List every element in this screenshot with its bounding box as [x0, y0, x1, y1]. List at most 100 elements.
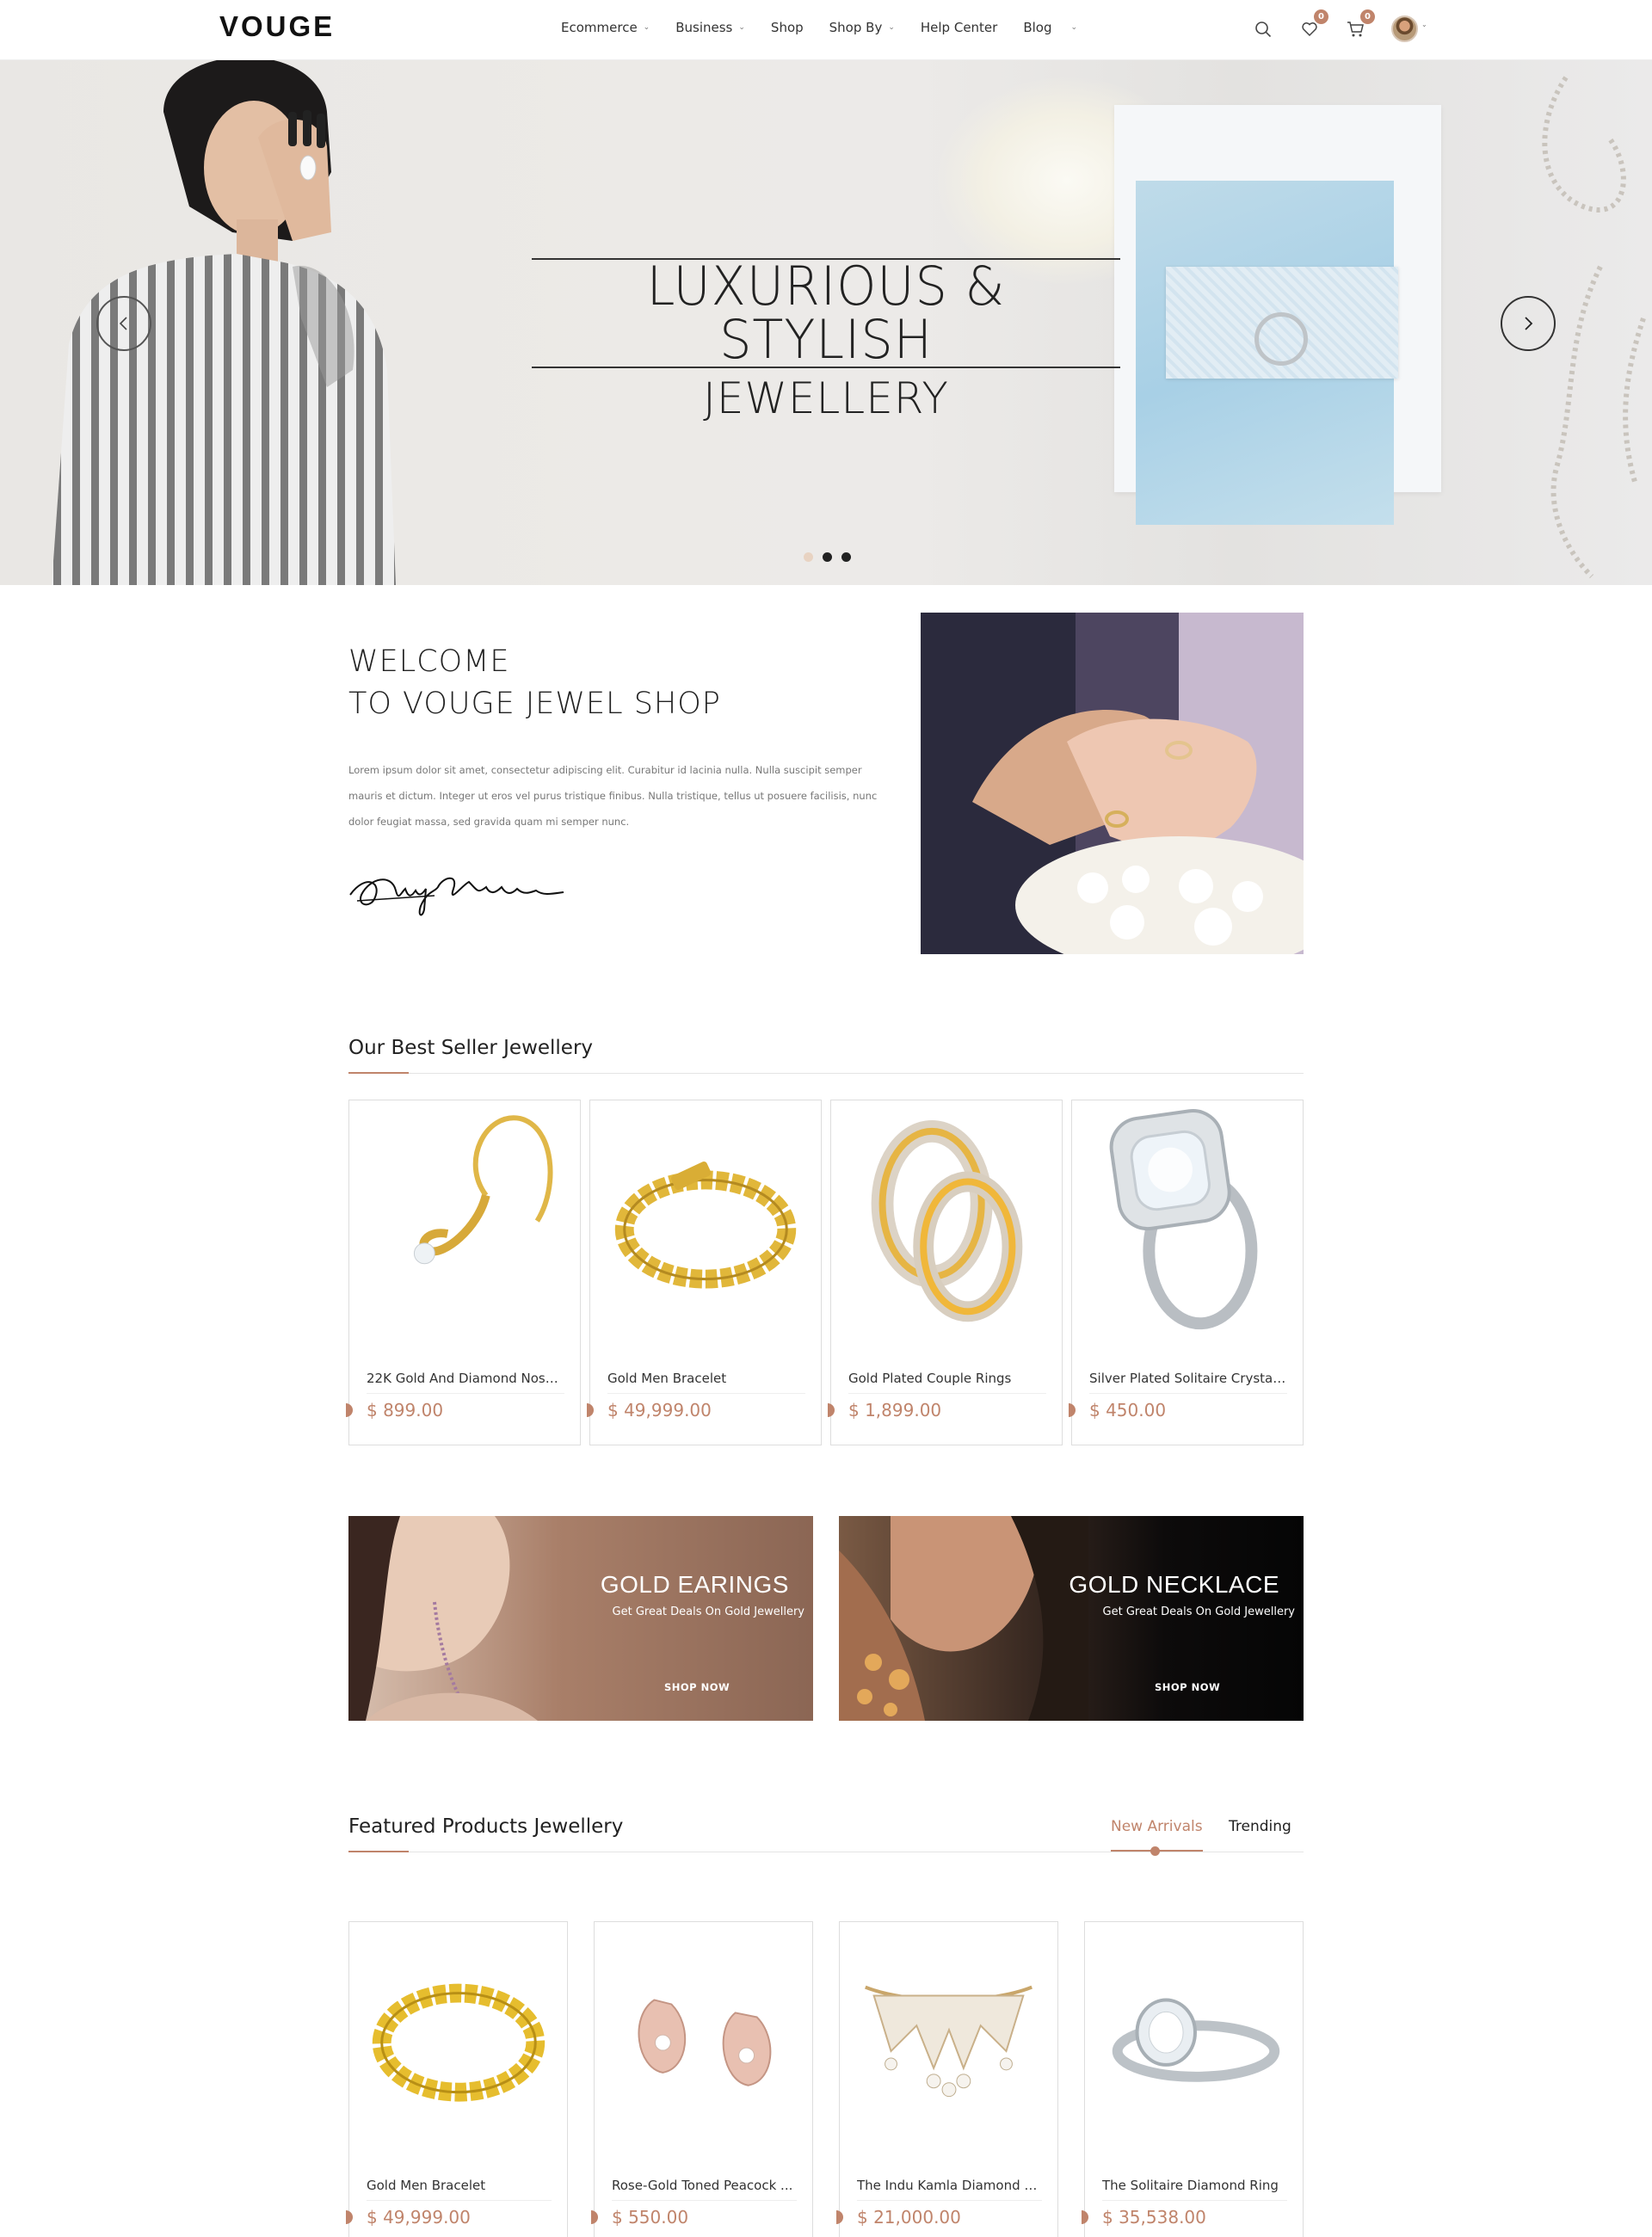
featured-heading: Featured Products Jewellery: [348, 1815, 624, 1838]
product-name[interactable]: Gold Men Bracelet: [607, 1371, 805, 1386]
heart-icon: [1302, 22, 1317, 36]
search-icon: [1255, 21, 1272, 37]
nav-item-blog[interactable]: Blog ⌄: [1023, 20, 1077, 35]
price-marker: [591, 2210, 598, 2224]
welcome-text: Lorem ipsum dolor sit amet, consectetur …: [348, 764, 878, 828]
wishlist-count-badge: 0: [1314, 9, 1328, 24]
nav-label: Help Center: [920, 20, 998, 35]
price-marker: [828, 1403, 835, 1417]
shop-now-button[interactable]: SHOP NOW: [1155, 1681, 1220, 1693]
tab-trending[interactable]: Trending: [1229, 1818, 1291, 1835]
divider: [607, 1393, 805, 1394]
promo-title: GOLD NECKLACE: [1069, 1571, 1279, 1598]
slider-dot[interactable]: [823, 552, 832, 562]
chevron-down-icon: ⌄: [1070, 23, 1078, 32]
product-card[interactable]: Silver Plated Solitaire Crystal... $ 450…: [1069, 1100, 1304, 1445]
slider-next-button[interactable]: [1501, 296, 1556, 351]
cart-button[interactable]: 0: [1345, 9, 1375, 40]
product-name[interactable]: The Solitaire Diamond Ring: [1102, 2178, 1287, 2193]
slider-prev-button[interactable]: [96, 296, 151, 351]
hero-slider: LUXURIOUS & STYLISH JEWELLERY: [0, 60, 1652, 585]
heading-accent: [348, 1851, 409, 1852]
search-button[interactable]: [1252, 18, 1274, 40]
active-tab-dot: [1150, 1846, 1160, 1856]
best-seller-heading: Our Best Seller Jewellery: [348, 1037, 594, 1059]
product-image-peacock-earrings: [638, 1999, 772, 2086]
promo-banner-necklace[interactable]: GOLD NECKLACE Get Great Deals On Gold Je…: [839, 1516, 1304, 1721]
product-price: $ 550.00: [612, 2207, 689, 2228]
product-name[interactable]: Silver Plated Solitaire Crystal...: [1089, 1371, 1287, 1386]
product-name[interactable]: 22K Gold And Diamond Nose...: [367, 1371, 564, 1386]
slider-dot[interactable]: [804, 552, 813, 562]
cart-count-badge: 0: [1360, 9, 1375, 24]
promo-model-image: [348, 1516, 538, 1721]
product-card[interactable]: Gold Plated Couple Rings $ 1,899.00: [828, 1100, 1063, 1445]
divider: [857, 2200, 1042, 2201]
hero-title-line-1: LUXURIOUS & STYLISH: [532, 258, 1120, 368]
product-name[interactable]: Gold Men Bracelet: [367, 2178, 552, 2193]
product-price: $ 49,999.00: [607, 1400, 712, 1420]
divider: [1089, 1393, 1287, 1394]
slider-dot[interactable]: [841, 552, 851, 562]
avatar[interactable]: [1391, 15, 1418, 42]
welcome-heading-line-2: TO VOUGE JEWEL SHOP: [348, 687, 721, 721]
divider: [612, 2200, 797, 2201]
wishlist-button[interactable]: 0: [1298, 9, 1328, 40]
couple-rings-photo: [921, 613, 1304, 954]
shop-now-button[interactable]: SHOP NOW: [664, 1681, 730, 1693]
product-card[interactable]: 22K Gold And Diamond Nose... $ 899.00: [346, 1100, 581, 1445]
nav-item-ecommerce[interactable]: Ecommerce ⌄: [561, 20, 650, 35]
nav-item-shop[interactable]: Shop: [771, 20, 804, 35]
product-price: $ 1,899.00: [848, 1400, 942, 1420]
promo-title: GOLD EARINGS: [600, 1571, 789, 1598]
product-card[interactable]: The Indu Kamla Diamond N... $ 21,000.00: [836, 1921, 1058, 2237]
chevron-down-icon[interactable]: ⌄: [1421, 21, 1427, 28]
divider: [1102, 2200, 1287, 2201]
nav-label: Ecommerce: [561, 20, 638, 35]
product-price: $ 21,000.00: [857, 2207, 961, 2228]
price-marker: [1082, 2210, 1088, 2224]
chevron-down-icon: ⌄: [643, 23, 650, 32]
product-name[interactable]: The Indu Kamla Diamond N...: [857, 2178, 1042, 2193]
divider: [348, 1073, 1304, 1074]
tab-new-arrivals[interactable]: New Arrivals: [1111, 1818, 1203, 1835]
chevron-down-icon: ⌄: [888, 23, 895, 32]
divider: [367, 1393, 564, 1394]
product-image-gold-bracelet: [614, 1162, 797, 1289]
nav-label: Business: [675, 20, 733, 35]
product-name[interactable]: Rose-Gold Toned Peacock ...: [612, 2178, 797, 2193]
price-marker: [1069, 1403, 1076, 1417]
product-price: $ 49,999.00: [367, 2207, 471, 2228]
product-card[interactable]: Gold Men Bracelet $ 49,999.00: [587, 1100, 822, 1445]
product-card[interactable]: Gold Men Bracelet $ 49,999.00: [346, 1921, 568, 2237]
product-image-diamond-necklace: [865, 1985, 1032, 2098]
hero-heading: LUXURIOUS & STYLISH JEWELLERY: [516, 258, 1136, 423]
price-marker: [587, 1403, 594, 1417]
promo-model-image: [839, 1516, 1088, 1721]
welcome-heading-line-1: WELCOME: [348, 644, 510, 679]
chevron-down-icon: ⌄: [738, 23, 745, 32]
promo-banner-earrings[interactable]: GOLD EARINGS Get Great Deals On Gold Jew…: [348, 1516, 813, 1721]
nav-label: Shop By: [829, 20, 883, 35]
product-card[interactable]: Rose-Gold Toned Peacock ... $ 550.00: [591, 1921, 813, 2237]
header-actions: 0 0 ⌄: [1252, 9, 1427, 42]
price-marker: [836, 2210, 843, 2224]
product-price: $ 450.00: [1089, 1400, 1167, 1420]
site-header: VOUGE Ecommerce ⌄ Business ⌄ Shop Shop By ⌄…: [0, 0, 1652, 60]
slider-dots: [804, 552, 851, 562]
hero-title-line-2: JEWELLERY: [703, 373, 949, 423]
nav-item-business[interactable]: Business ⌄: [675, 20, 745, 35]
product-name[interactable]: Gold Plated Couple Rings: [848, 1371, 1046, 1386]
product-price: $ 35,538.00: [1102, 2207, 1206, 2228]
price-marker: [346, 2210, 353, 2224]
heading-accent: [348, 1072, 409, 1074]
product-price: $ 899.00: [367, 1400, 444, 1420]
divider: [848, 1393, 1046, 1394]
nav-label: Blog: [1023, 20, 1052, 35]
chevron-left-icon: [119, 317, 127, 330]
welcome-heading: WELCOME TO VOUGE JEWEL SHOP: [348, 641, 721, 725]
nav-item-shop-by[interactable]: Shop By ⌄: [829, 20, 895, 35]
site-logo[interactable]: VOUGE: [219, 10, 335, 43]
product-card[interactable]: The Solitaire Diamond Ring $ 35,538.00: [1082, 1921, 1304, 2237]
nav-item-help-center[interactable]: Help Center: [921, 20, 997, 35]
